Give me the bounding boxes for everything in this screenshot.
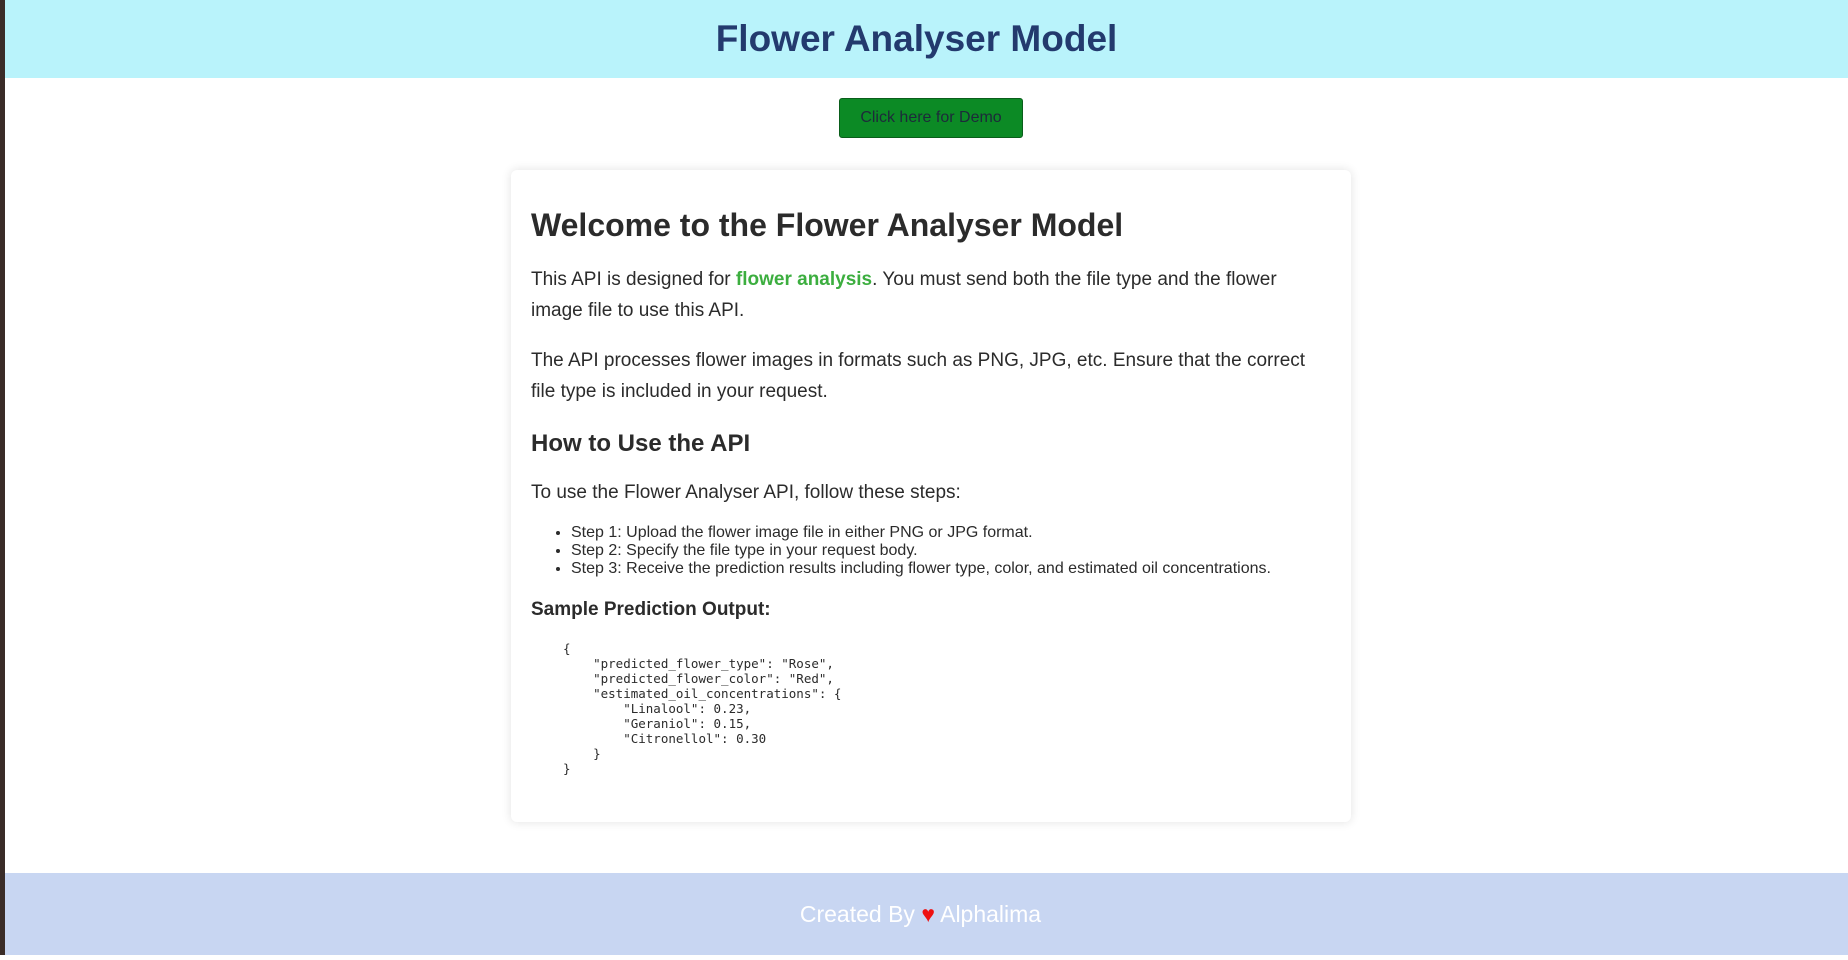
page-title: Flower Analyser Model (715, 18, 1118, 59)
content-card: Welcome to the Flower Analyser Model Thi… (511, 170, 1351, 822)
footer-author: Alphalima (934, 900, 1042, 927)
sample-output-code: { "predicted_flower_type": "Rose", "pred… (563, 640, 842, 776)
window-bottom-edge (0, 955, 1848, 960)
footer-prefix: Created By (799, 900, 922, 927)
window-left-edge (0, 0, 5, 960)
list-item: Step 3: Receive the prediction results i… (571, 560, 1331, 578)
demo-button[interactable]: Click here for Demo (839, 98, 1023, 138)
list-item: Step 1: Upload the flower image file in … (571, 524, 1331, 542)
sample-output-heading: Sample Prediction Output: (531, 598, 771, 620)
page-header: Flower Analyser Model (5, 0, 1848, 78)
list-item: Step 2: Specify the file type in your re… (571, 542, 1331, 560)
steps-list: Step 1: Upload the flower image file in … (531, 524, 1331, 578)
how-to-heading: How to Use the API (531, 430, 751, 458)
footer-credit: Created By ♥ Alphalima (800, 901, 1041, 928)
intro-paragraph: This API is designed for flower analysis… (531, 264, 1331, 326)
welcome-heading: Welcome to the Flower Analyser Model (531, 207, 1124, 243)
flower-analysis-highlight: flower analysis (735, 269, 873, 291)
heart-icon: ♥ (921, 900, 935, 927)
intro-text-before: This API is designed for (531, 269, 736, 291)
how-to-intro: To use the Flower Analyser API, follow t… (531, 481, 961, 503)
page-footer: Created By ♥ Alphalima (5, 873, 1848, 955)
formats-paragraph: The API processes flower images in forma… (531, 350, 1306, 403)
